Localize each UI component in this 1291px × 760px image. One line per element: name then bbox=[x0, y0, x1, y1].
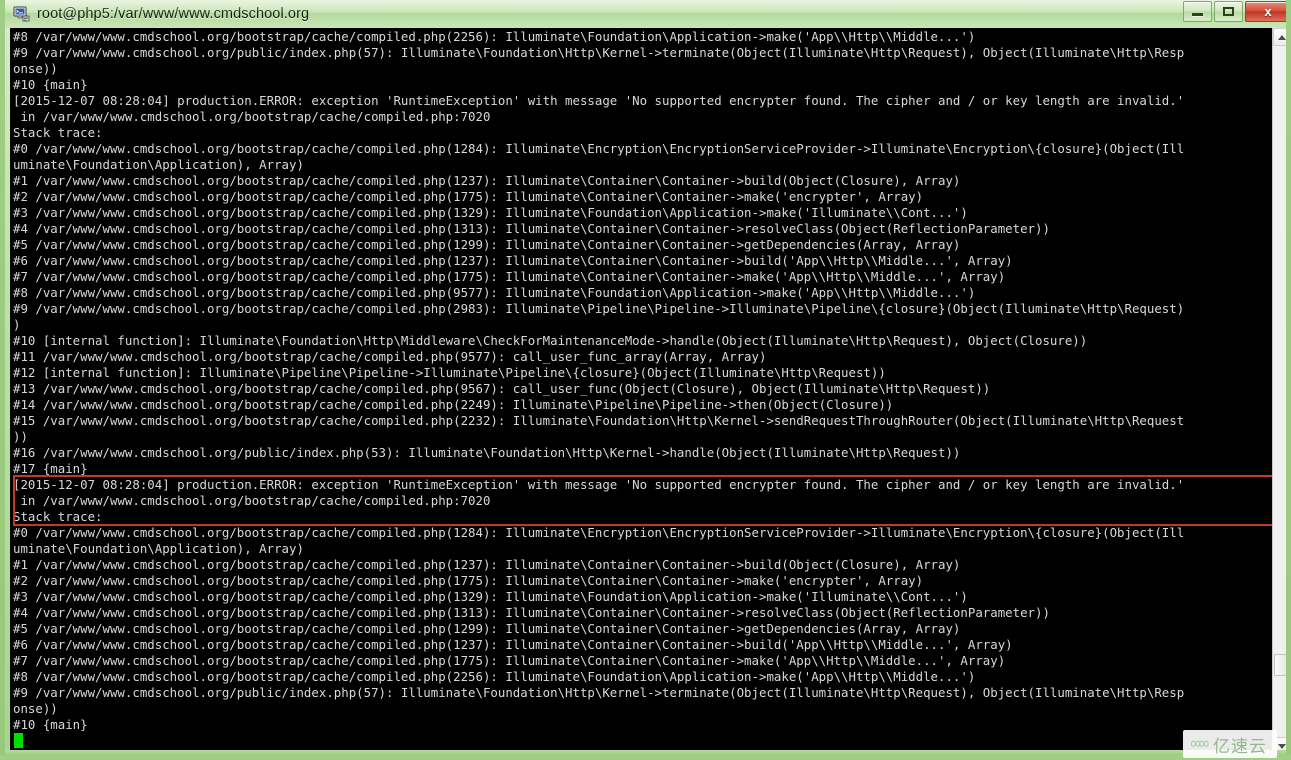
infinity-icon: ∞∞ bbox=[1190, 734, 1210, 754]
terminal-output: #8 /var/www/www.cmdschool.org/bootstrap/… bbox=[13, 29, 1273, 733]
terminal-scrollbar[interactable] bbox=[1272, 28, 1286, 755]
terminal-line: #10 [internal function]: Illuminate\Foun… bbox=[13, 333, 1088, 348]
terminal-line: #11 /var/www/www.cmdschool.org/bootstrap… bbox=[13, 349, 767, 364]
terminal-line: #5 /var/www/www.cmdschool.org/bootstrap/… bbox=[13, 237, 961, 252]
terminal-line: #9 /var/www/www.cmdschool.org/bootstrap/… bbox=[13, 301, 1185, 316]
putty-terminal-icon bbox=[13, 5, 31, 23]
terminal-line: #7 /var/www/www.cmdschool.org/bootstrap/… bbox=[13, 269, 1006, 284]
terminal-line: #8 /var/www/www.cmdschool.org/bootstrap/… bbox=[13, 669, 976, 684]
terminal-line: #1 /var/www/www.cmdschool.org/bootstrap/… bbox=[13, 557, 961, 572]
terminal-line: [2015-12-07 08:28:04] production.ERROR: … bbox=[13, 477, 1185, 492]
close-button[interactable]: x bbox=[1245, 1, 1286, 22]
terminal-line: Stack trace: bbox=[13, 125, 103, 140]
terminal-line: #9 /var/www/www.cmdschool.org/public/ind… bbox=[13, 45, 1185, 60]
window-bottom-frame bbox=[5, 750, 1286, 755]
terminal-area[interactable]: #8 /var/www/www.cmdschool.org/bootstrap/… bbox=[10, 28, 1286, 755]
close-icon: x bbox=[1264, 4, 1272, 19]
maximize-button[interactable] bbox=[1214, 1, 1243, 22]
minimize-button[interactable] bbox=[1183, 1, 1212, 22]
terminal-line: #10 {main} bbox=[13, 717, 88, 732]
terminal-line: #3 /var/www/www.cmdschool.org/bootstrap/… bbox=[13, 205, 968, 220]
minimize-icon bbox=[1192, 13, 1203, 16]
watermark-logo: ∞∞ 亿速云 bbox=[1182, 730, 1277, 758]
terminal-cursor bbox=[14, 733, 23, 748]
terminal-line: #16 /var/www/www.cmdschool.org/public/in… bbox=[13, 445, 961, 460]
terminal-line: [2015-12-07 08:28:04] production.ERROR: … bbox=[13, 93, 1185, 108]
window-titlebar[interactable]: root@php5:/var/www/www.cmdschool.org x bbox=[5, 0, 1286, 28]
terminal-line: #2 /var/www/www.cmdschool.org/bootstrap/… bbox=[13, 189, 924, 204]
terminal-line: #14 /var/www/www.cmdschool.org/bootstrap… bbox=[13, 397, 894, 412]
terminal-window: root@php5:/var/www/www.cmdschool.org x #… bbox=[0, 0, 1291, 760]
terminal-line: #6 /var/www/www.cmdschool.org/bootstrap/… bbox=[13, 253, 1013, 268]
chevron-up-icon bbox=[1278, 34, 1286, 40]
terminal-line: onse)) bbox=[13, 701, 58, 716]
terminal-line: in /var/www/www.cmdschool.org/bootstrap/… bbox=[13, 109, 491, 124]
terminal-line: in /var/www/www.cmdschool.org/bootstrap/… bbox=[13, 493, 491, 508]
terminal-line: #8 /var/www/www.cmdschool.org/bootstrap/… bbox=[13, 285, 976, 300]
terminal-line: #4 /var/www/www.cmdschool.org/bootstrap/… bbox=[13, 605, 1050, 620]
terminal-line: #10 {main} bbox=[13, 77, 88, 92]
maximize-icon bbox=[1223, 7, 1234, 16]
terminal-line: #2 /var/www/www.cmdschool.org/bootstrap/… bbox=[13, 573, 924, 588]
terminal-line: #9 /var/www/www.cmdschool.org/public/ind… bbox=[13, 685, 1185, 700]
terminal-line: #0 /var/www/www.cmdschool.org/bootstrap/… bbox=[13, 525, 1185, 540]
window-controls: x bbox=[1183, 1, 1286, 22]
terminal-line: #1 /var/www/www.cmdschool.org/bootstrap/… bbox=[13, 173, 961, 188]
terminal-screen[interactable]: #8 /var/www/www.cmdschool.org/bootstrap/… bbox=[11, 28, 1273, 755]
terminal-line: #17 {main} bbox=[13, 461, 88, 476]
terminal-line: #15 /var/www/www.cmdschool.org/bootstrap… bbox=[13, 413, 1185, 428]
terminal-line: #4 /var/www/www.cmdschool.org/bootstrap/… bbox=[13, 221, 1050, 236]
terminal-line: #6 /var/www/www.cmdschool.org/bootstrap/… bbox=[13, 637, 1013, 652]
scrollbar-thumb[interactable] bbox=[1274, 654, 1286, 677]
terminal-line: #12 [internal function]: Illuminate\Pipe… bbox=[13, 365, 886, 380]
terminal-line: #0 /var/www/www.cmdschool.org/bootstrap/… bbox=[13, 141, 1185, 156]
watermark-text: 亿速云 bbox=[1213, 736, 1267, 756]
terminal-line: onse)) bbox=[13, 61, 58, 76]
terminal-line: #8 /var/www/www.cmdschool.org/bootstrap/… bbox=[13, 29, 976, 44]
terminal-line: #5 /var/www/www.cmdschool.org/bootstrap/… bbox=[13, 621, 961, 636]
terminal-line: uminate\Foundation\Application), Array) bbox=[13, 157, 304, 172]
terminal-line: #7 /var/www/www.cmdschool.org/bootstrap/… bbox=[13, 653, 1006, 668]
terminal-line: Stack trace: bbox=[13, 509, 103, 524]
terminal-line: ) bbox=[13, 317, 21, 332]
terminal-line: uminate\Foundation\Application), Array) bbox=[13, 541, 304, 556]
scroll-up-button[interactable] bbox=[1273, 28, 1286, 46]
terminal-line: #3 /var/www/www.cmdschool.org/bootstrap/… bbox=[13, 589, 968, 604]
chevron-down-icon bbox=[1278, 743, 1286, 749]
window-title: root@php5:/var/www/www.cmdschool.org bbox=[37, 6, 310, 22]
terminal-line: #13 /var/www/www.cmdschool.org/bootstrap… bbox=[13, 381, 991, 396]
terminal-line: )) bbox=[13, 429, 28, 444]
